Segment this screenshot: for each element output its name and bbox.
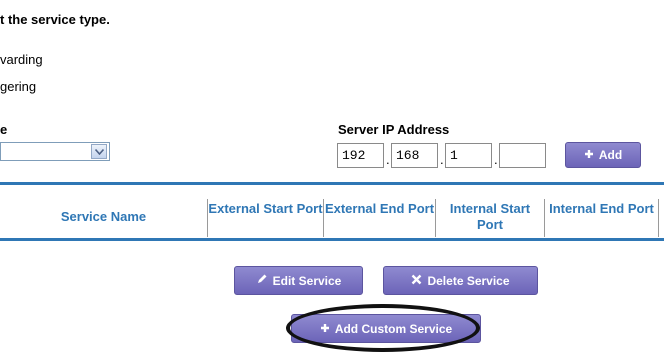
column-divider xyxy=(544,199,545,237)
column-divider xyxy=(435,199,436,237)
column-header-internal-end-port: Internal End Port xyxy=(549,201,654,216)
delete-service-label: Delete Service xyxy=(427,273,510,288)
add-button-label: Add xyxy=(598,148,623,162)
ip-octet-1-input[interactable]: 192 xyxy=(337,143,384,168)
column-divider xyxy=(658,199,659,237)
column-header-external-end-port: External End Port xyxy=(324,201,435,216)
ip-octet-4-input[interactable] xyxy=(499,143,546,168)
delete-service-button[interactable]: Delete Service xyxy=(383,266,538,295)
ip-octet-3-input[interactable]: 1 xyxy=(445,143,492,168)
highlight-oval xyxy=(286,304,480,352)
column-header-internal-start-port: Internal Start Port xyxy=(449,201,531,232)
ip-separator: . xyxy=(440,152,444,167)
service-type-forwarding-label: varding xyxy=(0,52,43,67)
chevron-down-icon[interactable] xyxy=(91,144,107,159)
column-divider xyxy=(323,199,324,237)
services-table-header: Service Name External Start Port Externa… xyxy=(0,185,664,239)
service-type-option-triggering[interactable]: gering xyxy=(0,79,36,94)
column-header-external-start-port: External Start Port xyxy=(208,201,323,216)
instruction-text: t the service type. xyxy=(0,12,110,27)
ip-octet-2-input[interactable]: 168 xyxy=(391,143,438,168)
service-name-select[interactable] xyxy=(0,142,110,161)
add-button[interactable]: Add xyxy=(565,142,641,168)
column-header-service-name: Service Name xyxy=(60,209,147,224)
close-icon xyxy=(411,274,422,288)
edit-service-button[interactable]: Edit Service xyxy=(234,266,363,295)
service-type-triggering-label: gering xyxy=(0,79,37,94)
column-divider xyxy=(207,199,208,237)
server-ip-label: Server IP Address xyxy=(338,122,450,137)
table-bottom-rule xyxy=(0,238,664,241)
ip-separator: . xyxy=(494,152,498,167)
pencil-icon xyxy=(256,273,268,288)
service-name-label: e xyxy=(0,122,8,137)
edit-service-label: Edit Service xyxy=(272,273,342,288)
plus-icon xyxy=(584,148,594,162)
service-type-option-forwarding[interactable]: varding xyxy=(0,52,43,67)
ip-separator: . xyxy=(386,152,390,167)
